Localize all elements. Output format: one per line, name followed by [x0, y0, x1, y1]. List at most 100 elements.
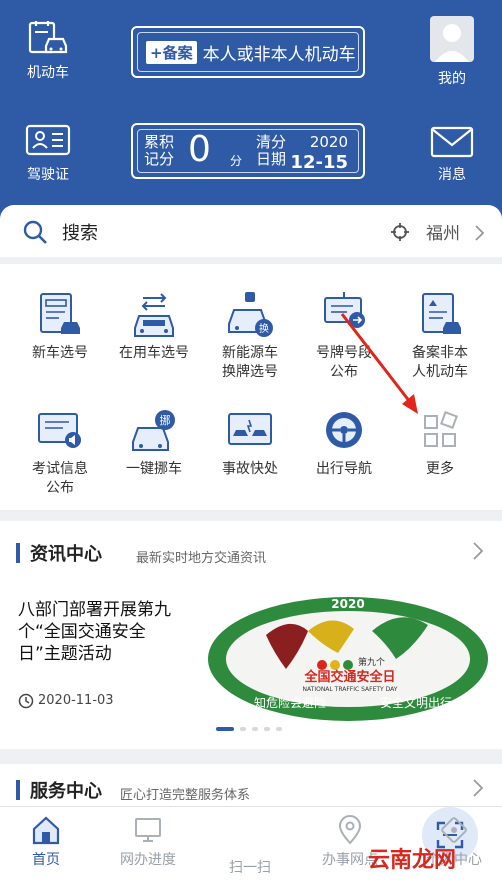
user-silhouette-icon [435, 24, 469, 62]
register-text: 本人或非本人机动车 [202, 44, 356, 65]
grid-label-2: 公布 [46, 480, 74, 496]
grid-label-2: 公布 [330, 364, 358, 380]
safety-day-emblem: 2020 第九个 全国交通安全日 NATIONAL TRAFFIC SAFETY… [208, 597, 488, 721]
license-card-icon [25, 124, 71, 156]
grid-item-new-car-plate[interactable]: 新车选号 [12, 290, 108, 363]
news-section-title: 资讯中心 [30, 544, 102, 565]
message-label: 消息 [438, 167, 466, 183]
grid-item-more[interactable]: 更多 [392, 406, 488, 479]
grid-item-register-vehicle[interactable]: 备案非本 人机动车 [392, 290, 488, 382]
move-badge: 挪 [160, 413, 171, 427]
emblem-slogan-right: 安全文明出行 [380, 695, 452, 710]
clear-month-day: 12-15 [290, 152, 348, 173]
grid-label: 更多 [426, 461, 454, 477]
grid-item-plate-range[interactable]: 号牌号段 公布 [296, 290, 392, 382]
news-thumbnail: 2020 第九个 全国交通安全日 NATIONAL TRAFFIC SAFETY… [204, 595, 502, 723]
vehicle-entry[interactable]: 机动车 [20, 20, 76, 82]
license-label: 驾驶证 [27, 167, 69, 183]
more-grid-icon [424, 411, 458, 447]
monitor-icon [135, 818, 161, 842]
service-more-chevron-icon[interactable] [472, 778, 484, 798]
score-card[interactable]: 累积记分 0 分 清分日期 2020 12-15 [131, 123, 365, 179]
grid-label: 考试信息 [32, 461, 88, 477]
grid-label: 事故快处 [222, 461, 278, 477]
carousel-dot [264, 727, 270, 731]
emblem-small-caption: 第九个 [358, 656, 385, 668]
section-accent [16, 543, 20, 563]
carousel-dot [252, 727, 258, 731]
grid-label-2: 换牌选号 [222, 364, 278, 380]
accident-icon [228, 413, 272, 445]
emblem-caption: 全国交通安全日 [303, 669, 395, 685]
emblem-caption-en: NATIONAL TRAFFIC SAFETY DAY [303, 686, 398, 693]
register-tag: +备案 [146, 40, 197, 64]
vehicle-doc-icon [28, 21, 68, 54]
grid-label: 新车选号 [32, 345, 88, 361]
grid-item-accident[interactable]: 事故快处 [202, 406, 298, 479]
grid-label: 出行导航 [316, 461, 372, 477]
tab-scan-label: 扫一扫 [229, 860, 271, 876]
site-watermark: 云南龙网 [368, 848, 457, 873]
grid-item-used-car-plate[interactable]: 在用车选号 [106, 290, 202, 363]
carousel-dot-active [216, 727, 234, 731]
search-placeholder: 搜索 [62, 223, 98, 244]
locate-icon [391, 223, 409, 241]
message-entry[interactable]: 消息 [424, 126, 480, 184]
tab-progress-label: 网办进度 [120, 852, 176, 868]
news-article-date: 2020-11-03 [38, 693, 114, 708]
carousel-dot [240, 727, 246, 731]
tab-scan[interactable]: 扫一扫 [200, 807, 478, 877]
plate-register-card[interactable]: +备案 本人或非本人机动车 [131, 26, 365, 78]
score-unit: 分 [230, 154, 243, 168]
carousel-dot [276, 727, 282, 731]
avatar [430, 16, 474, 62]
exam-info-icon [38, 413, 81, 448]
service-grid: 新车选号 在用车选号 换 新能源车 换牌选号 号牌号段 公布 备案非本 人机动车… [0, 264, 502, 510]
tab-home-label: 首页 [32, 852, 60, 868]
license-entry[interactable]: 驾驶证 [20, 124, 76, 184]
clear-year: 2020 [309, 133, 348, 151]
chevron-right-icon [475, 225, 485, 241]
mine-entry[interactable]: 我的 [424, 16, 480, 88]
mail-icon [430, 126, 474, 158]
grid-label: 在用车选号 [119, 345, 189, 361]
score-label: 累积记分 [144, 133, 175, 168]
grid-item-move-car[interactable]: 挪 一键挪车 [106, 406, 202, 479]
grid-label: 一键挪车 [126, 461, 182, 477]
used-car-swap-icon [134, 293, 174, 337]
vehicle-label: 机动车 [27, 65, 69, 81]
score-value: 0 [188, 129, 211, 170]
news-section-subtitle: 最新实时地方交通资讯 [136, 551, 267, 566]
section-accent [16, 780, 20, 800]
service-section-title: 服务中心 [30, 781, 102, 802]
tab-progress[interactable]: 网办进度 [98, 815, 198, 869]
clock-icon [18, 693, 34, 709]
grid-item-ev-plate[interactable]: 换 新能源车 换牌选号 [202, 290, 298, 382]
search-icon [23, 220, 47, 244]
carousel-indicator [216, 727, 282, 731]
emblem-year: 2020 [331, 597, 364, 611]
mine-label: 我的 [438, 71, 466, 87]
news-section: 资讯中心 最新实时地方交通资讯 八部门部署开展第九个“全国交通安全日”主题活动 … [0, 521, 502, 749]
clear-date-label: 清分日期 [256, 133, 287, 168]
service-section-subtitle: 匠心打造完整服务体系 [120, 788, 251, 803]
new-car-plate-icon [40, 293, 80, 334]
news-more-chevron-icon[interactable] [472, 541, 484, 561]
steering-wheel-icon [326, 412, 362, 448]
ev-car-icon: 换 [228, 292, 273, 337]
grid-label: 号牌号段 [316, 345, 372, 361]
header-banner: 机动车 驾驶证 +备案 本人或非本人机动车 累积记分 0 分 清分日期 2020… [0, 0, 502, 225]
home-icon [32, 816, 60, 845]
grid-label: 备案非本 [412, 345, 468, 361]
city-label: 福州 [426, 224, 460, 244]
location-pin-icon [338, 815, 362, 845]
swap-badge: 换 [259, 322, 269, 335]
tab-home[interactable]: 首页 [0, 815, 96, 869]
grid-label-2: 人机动车 [412, 364, 468, 380]
grid-item-exam-info[interactable]: 考试信息 公布 [12, 406, 108, 498]
move-car-icon: 挪 [132, 410, 175, 451]
grid-item-navigation[interactable]: 出行导航 [296, 406, 392, 479]
search-bar[interactable]: 搜索 福州 [0, 205, 502, 257]
emblem-slogan-left: 知危险会避险 [254, 695, 326, 710]
news-article-title: 八部门部署开展第九个“全国交通安全日”主题活动 [18, 600, 171, 664]
